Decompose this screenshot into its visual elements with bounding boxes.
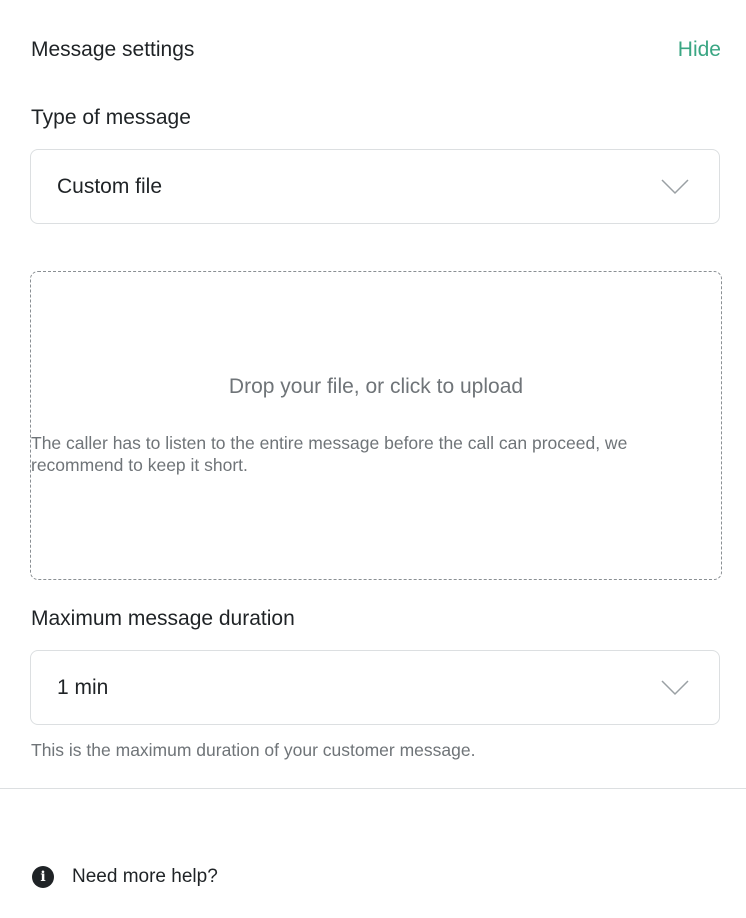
need-help-label: Need more help? (72, 866, 218, 887)
dropzone-hint: The caller has to listen to the entire m… (31, 433, 628, 475)
dropzone-title: Drop your file, or click to upload (228, 375, 524, 398)
duration-select[interactable]: 1 min (30, 650, 720, 725)
hide-link[interactable]: Hide (678, 38, 721, 62)
settings-header: Message settings Hide (31, 34, 721, 66)
message-type-select[interactable]: Custom file (30, 149, 720, 224)
duration-help-text: This is the maximum duration of your cus… (31, 740, 476, 760)
need-help-link[interactable]: i Need more help? (32, 866, 218, 888)
divider (0, 788, 746, 789)
chevron-down-icon (661, 178, 689, 194)
info-icon: i (32, 866, 54, 888)
message-type-value: Custom file (57, 174, 163, 198)
chevron-down-icon (661, 679, 689, 695)
file-dropzone[interactable]: Drop your file, or click to upload The c… (30, 271, 722, 580)
message-type-label: Type of message (31, 106, 191, 129)
duration-value: 1 min (57, 675, 109, 699)
section-title: Message settings (31, 38, 195, 61)
duration-label: Maximum message duration (31, 607, 295, 630)
